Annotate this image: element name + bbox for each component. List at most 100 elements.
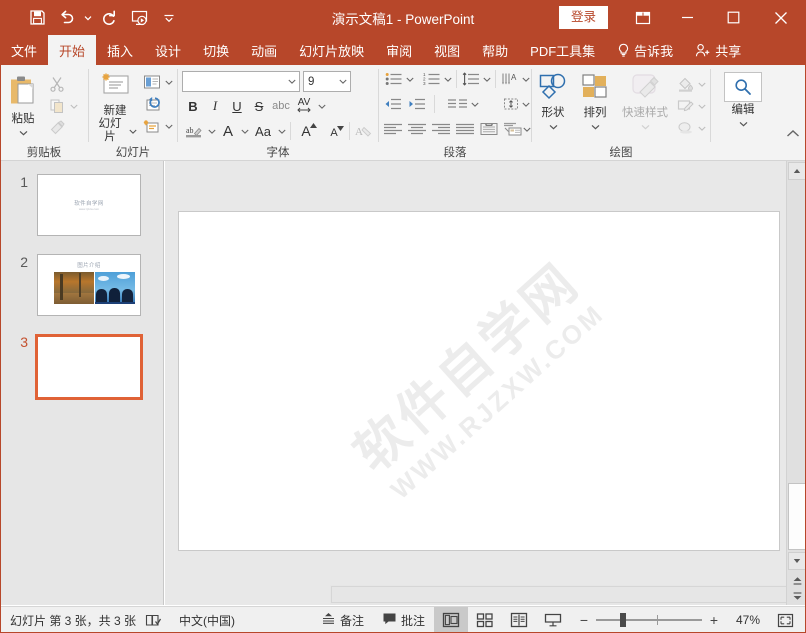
columns-button[interactable] (446, 93, 469, 115)
next-slide-icon[interactable] (788, 587, 806, 605)
clear-formatting-icon[interactable]: A (353, 120, 375, 142)
shape-effects-icon[interactable] (674, 117, 696, 139)
text-direction-button[interactable]: A (499, 68, 520, 90)
text-highlight-dropdown-icon[interactable] (206, 120, 217, 142)
layout-dropdown-icon[interactable] (163, 71, 174, 93)
align-center-button[interactable] (407, 118, 427, 140)
tab-insert[interactable]: 插入 (96, 35, 144, 65)
numbering-button[interactable]: 123 (421, 68, 442, 90)
smartart-dropdown-icon[interactable] (523, 118, 531, 140)
undo-dropdown-icon[interactable] (82, 4, 94, 32)
view-reading-button[interactable] (502, 607, 536, 633)
section-dropdown-icon[interactable] (163, 115, 174, 137)
text-direction-dropdown-icon[interactable] (520, 68, 531, 90)
paste-button[interactable]: 粘贴 (0, 68, 46, 139)
bullets-button[interactable] (383, 68, 404, 90)
chevron-down-icon[interactable] (19, 127, 28, 139)
chevron-down-icon[interactable] (285, 79, 299, 84)
numbering-dropdown-icon[interactable] (442, 68, 453, 90)
decrease-font-size-button[interactable]: A (322, 120, 346, 142)
strikethrough-button[interactable]: S (248, 95, 270, 117)
underline-button[interactable]: U (226, 95, 248, 117)
tab-pdf-toolkit[interactable]: PDF工具集 (519, 35, 606, 65)
character-spacing-button[interactable]: AV (292, 95, 316, 117)
tab-slideshow[interactable]: 幻灯片放映 (288, 35, 375, 65)
shapes-button[interactable]: 形状 (532, 68, 574, 133)
tell-me-box[interactable]: 告诉我 (606, 35, 684, 65)
cut-icon[interactable] (46, 73, 68, 95)
arrange-button[interactable]: 排列 (574, 68, 616, 133)
section-icon[interactable] (141, 115, 163, 137)
justify-button[interactable] (455, 118, 475, 140)
slide-edit-pane[interactable]: 软件自学网 WWW.RJZXW.COM (165, 161, 806, 605)
italic-button[interactable]: I (204, 95, 226, 117)
new-slide-button[interactable]: 新建 幻灯片 (89, 68, 141, 144)
character-spacing-dropdown-icon[interactable] (316, 95, 327, 117)
vertical-scrollbar[interactable] (786, 161, 806, 605)
proofing-icon[interactable] (136, 607, 170, 633)
chevron-down-icon[interactable] (641, 121, 650, 133)
font-size-combobox[interactable]: 9 (303, 71, 351, 92)
format-painter-icon[interactable] (46, 117, 68, 139)
chevron-down-icon[interactable] (336, 79, 350, 84)
zoom-out-button[interactable]: − (578, 612, 590, 628)
line-spacing-button[interactable] (460, 68, 481, 90)
slide-thumbnail-1[interactable]: 1 软件自学网 www.rjzxw.com (6, 174, 141, 236)
tab-view[interactable]: 视图 (423, 35, 471, 65)
sign-in-button[interactable]: 登录 (558, 6, 608, 29)
tab-animations[interactable]: 动画 (240, 35, 288, 65)
slide-canvas[interactable]: 软件自学网 WWW.RJZXW.COM (178, 211, 780, 551)
zoom-slider[interactable] (596, 613, 702, 627)
shape-outline-icon[interactable] (674, 95, 696, 117)
save-icon[interactable] (22, 4, 52, 32)
line-spacing-dropdown-icon[interactable] (481, 68, 492, 90)
slide-thumbnail-image[interactable]: 图片介绍 (37, 254, 141, 316)
fit-slide-to-window-button[interactable] (768, 607, 806, 633)
start-slideshow-icon[interactable] (124, 4, 154, 32)
copy-icon[interactable] (46, 95, 68, 117)
zoom-slider-handle[interactable] (620, 613, 626, 627)
comments-button[interactable]: 批注 (373, 607, 434, 633)
horizontal-scrollbar[interactable] (330, 585, 806, 605)
tab-help[interactable]: 帮助 (471, 35, 519, 65)
bullets-dropdown-icon[interactable] (404, 68, 415, 90)
font-color-dropdown-icon[interactable] (239, 120, 250, 142)
shape-fill-icon[interactable] (674, 73, 696, 95)
undo-icon[interactable] (52, 4, 82, 32)
copy-dropdown-icon[interactable] (68, 95, 79, 117)
slide-thumbnail-image[interactable]: 软件自学网 www.rjzxw.com (37, 174, 141, 236)
shape-effects-dropdown-icon[interactable] (696, 117, 707, 139)
decrease-indent-button[interactable] (383, 93, 403, 115)
chevron-down-icon[interactable] (591, 121, 600, 133)
close-icon[interactable] (756, 0, 806, 35)
slide-thumbnail-2[interactable]: 2 图片介绍 (6, 254, 141, 316)
notes-button[interactable]: 备注 (312, 607, 373, 633)
view-slide-sorter-button[interactable] (468, 607, 502, 633)
maximize-icon[interactable] (710, 0, 756, 35)
share-button[interactable]: 共享 (684, 35, 752, 65)
chevron-down-icon[interactable] (549, 121, 558, 133)
font-name-combobox[interactable] (182, 71, 300, 92)
layout-icon[interactable] (141, 71, 163, 93)
slide-thumbnail-3[interactable]: 3 (6, 334, 143, 400)
scroll-up-icon[interactable] (788, 162, 806, 180)
reset-icon[interactable] (141, 93, 163, 115)
text-shadow-button[interactable]: abc (270, 95, 292, 117)
font-color-button[interactable]: A (217, 120, 239, 142)
tab-home[interactable]: 开始 (48, 35, 97, 65)
redo-icon[interactable] (94, 4, 124, 32)
increase-font-size-button[interactable]: A (294, 120, 318, 142)
columns-dropdown-icon[interactable] (470, 93, 480, 115)
chevron-down-icon[interactable] (739, 118, 748, 130)
quick-styles-button[interactable]: 快速样式 (616, 68, 674, 133)
zoom-in-button[interactable]: + (708, 612, 720, 628)
shape-outline-dropdown-icon[interactable] (696, 95, 707, 117)
distribute-columns-button[interactable] (479, 118, 499, 140)
bold-button[interactable]: B (182, 95, 204, 117)
increase-indent-button[interactable] (407, 93, 427, 115)
zoom-control[interactable]: − + 47% (570, 612, 768, 628)
view-slideshow-button[interactable] (536, 607, 570, 633)
tab-transitions[interactable]: 切换 (192, 35, 240, 65)
edit-button[interactable]: 编辑 (720, 68, 766, 130)
slide-thumbnail-image[interactable] (35, 334, 143, 400)
